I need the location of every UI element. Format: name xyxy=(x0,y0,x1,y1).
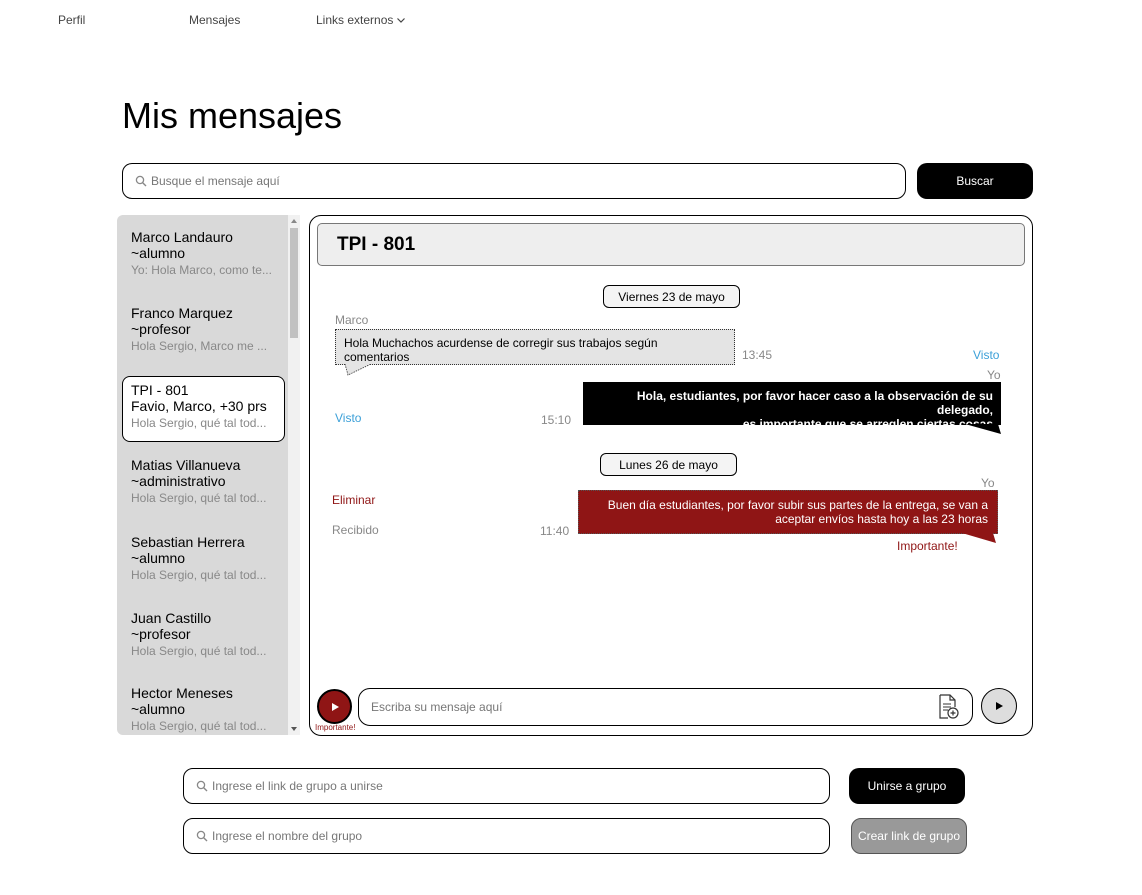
nav-mensajes-link[interactable]: Mensajes xyxy=(189,13,240,27)
scrollbar-thumb[interactable] xyxy=(290,228,298,338)
message-search-field[interactable] xyxy=(122,163,906,199)
conversation-preview: Hola Sergio, qué tal tod... xyxy=(131,719,267,733)
join-group-button[interactable]: Unirse a grupo xyxy=(849,768,965,804)
conversation-item[interactable]: Franco Marquez ~profesor Hola Sergio, Ma… xyxy=(122,297,285,363)
conversation-name: Juan Castillo xyxy=(131,610,212,626)
join-group-link-input[interactable] xyxy=(212,769,829,803)
attach-file-icon[interactable] xyxy=(936,694,960,720)
send-message-button[interactable] xyxy=(981,688,1017,724)
conversation-list-scrollbar[interactable] xyxy=(288,215,300,735)
search-icon xyxy=(135,175,147,187)
message-compose-field[interactable] xyxy=(358,688,973,726)
conversation-name: Matias Villanueva xyxy=(131,457,241,473)
conversation-role: ~alumno xyxy=(131,550,186,566)
conversation-preview: Yo: Hola Marco, como te... xyxy=(131,263,272,277)
conversation-name: Marco Landauro xyxy=(131,229,233,245)
important-tag: Importante! xyxy=(897,539,958,553)
conversation-item[interactable]: Marco Landauro ~alumno Yo: Hola Marco, c… xyxy=(122,221,285,287)
conversation-preview: Hola Sergio, qué tal tod... xyxy=(131,568,267,582)
send-icon xyxy=(996,702,1003,710)
conversation-item[interactable]: Matias Villanueva ~administrativo Hola S… xyxy=(122,449,285,515)
scroll-down-arrow-icon[interactable] xyxy=(291,727,297,731)
message-text-line: aceptar envíos hasta hoy a las 23 horas xyxy=(775,512,988,526)
page-title: Mis mensajes xyxy=(122,95,343,136)
bubble-tail xyxy=(965,424,1001,434)
nav-links-externos-label: Links externos xyxy=(316,13,394,27)
conversation-name: Hector Meneses xyxy=(131,685,233,701)
important-toggle-button[interactable] xyxy=(317,689,352,724)
conversation-role: ~administrativo xyxy=(131,473,226,489)
chevron-down-icon xyxy=(397,18,406,23)
search-icon xyxy=(196,830,208,842)
message-status-received: Recibido xyxy=(332,523,379,537)
conversation-name: TPI - 801 xyxy=(131,382,189,398)
create-group-link-button[interactable]: Crear link de grupo xyxy=(851,818,967,854)
group-name-input[interactable] xyxy=(212,819,829,853)
search-button[interactable]: Buscar xyxy=(917,163,1033,199)
conversation-role: Favio, Marco, +30 prs xyxy=(131,398,267,414)
message-compose-input[interactable] xyxy=(371,700,936,714)
conversation-preview: Hola Sergio, qué tal tod... xyxy=(131,416,267,430)
search-icon xyxy=(196,780,208,792)
message-time: 11:40 xyxy=(540,524,570,538)
message-time: 13:45 xyxy=(742,348,773,362)
scroll-up-arrow-icon[interactable] xyxy=(291,219,297,223)
conversation-list[interactable]: Marco Landauro ~alumno Yo: Hola Marco, c… xyxy=(117,215,288,735)
conversation-preview: Hola Sergio, Marco me ... xyxy=(131,339,268,353)
nav-perfil-link[interactable]: Perfil xyxy=(58,13,85,27)
chat-title: TPI - 801 xyxy=(317,223,1025,266)
message-status-seen[interactable]: Visto xyxy=(335,411,361,425)
conversation-preview: Hola Sergio, qué tal tod... xyxy=(131,644,267,658)
conversation-role: ~profesor xyxy=(131,321,191,337)
message-sender: Yo xyxy=(981,476,995,490)
bubble-tail xyxy=(962,533,996,543)
join-group-field[interactable] xyxy=(183,768,830,804)
conversation-role: ~profesor xyxy=(131,626,191,642)
message-text-line: Hola, estudiantes, por favor hacer caso … xyxy=(636,389,993,417)
date-separator: Viernes 23 de mayo xyxy=(603,285,740,308)
message-status-seen[interactable]: Visto xyxy=(973,348,999,362)
date-separator: Lunes 26 de mayo xyxy=(600,453,737,476)
important-message-bubble[interactable]: Buen día estudiantes, por favor subir su… xyxy=(578,490,998,534)
nav-links-externos-dropdown[interactable]: Links externos xyxy=(316,13,406,27)
message-text-line: Buen día estudiantes, por favor subir su… xyxy=(607,498,988,512)
conversation-item[interactable]: Hector Meneses ~alumno Hola Sergio, qué … xyxy=(122,677,285,735)
message-time: 15:10 xyxy=(541,413,572,427)
conversation-item-active[interactable]: TPI - 801 Favio, Marco, +30 prs Hola Ser… xyxy=(122,376,285,442)
conversation-name: Franco Marquez xyxy=(131,305,233,321)
conversation-item[interactable]: Sebastian Herrera ~alumno Hola Sergio, q… xyxy=(122,526,285,592)
important-toggle-label: Importante! xyxy=(315,723,356,732)
message-search-input[interactable] xyxy=(151,164,905,198)
top-nav: Perfil Mensajes Links externos xyxy=(0,13,1142,31)
conversation-item[interactable]: Juan Castillo ~profesor Hola Sergio, qué… xyxy=(122,602,285,668)
message-text-line: es importante que se arreglen ciertas co… xyxy=(742,417,993,431)
conversation-preview: Hola Sergio, qué tal tod... xyxy=(131,491,267,505)
play-icon xyxy=(331,702,339,711)
bubble-tail xyxy=(344,364,372,376)
outgoing-message-bubble[interactable]: Hola, estudiantes, por favor hacer caso … xyxy=(583,382,1001,431)
conversation-role: ~alumno xyxy=(131,245,186,261)
message-sender: Yo xyxy=(987,368,1001,382)
delete-message-link[interactable]: Eliminar xyxy=(332,493,375,507)
conversation-role: ~alumno xyxy=(131,701,186,717)
create-group-field[interactable] xyxy=(183,818,830,854)
incoming-message-bubble[interactable]: Hola Muchachos acurdense de corregir sus… xyxy=(335,329,735,365)
message-sender: Marco xyxy=(335,313,369,327)
conversation-name: Sebastian Herrera xyxy=(131,534,245,550)
chat-panel: TPI - 801 Viernes 23 de mayo Marco Hola … xyxy=(309,215,1033,736)
